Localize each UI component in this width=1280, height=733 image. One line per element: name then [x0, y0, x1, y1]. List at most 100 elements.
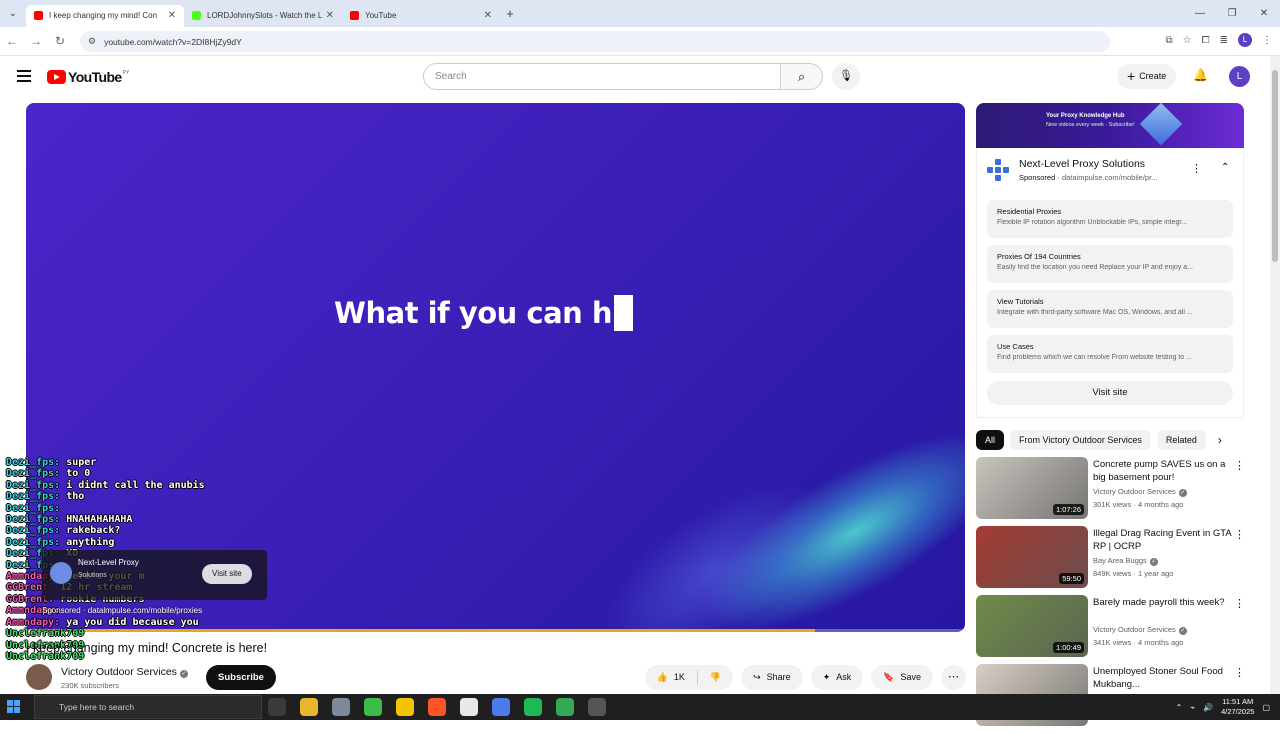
- tab-close-icon[interactable]: ✕: [484, 10, 492, 21]
- video-thumbnail[interactable]: 1:07:26: [976, 457, 1088, 519]
- video-duration: 1:00:49: [1052, 642, 1084, 653]
- tray-chevron-icon[interactable]: ⌃: [1176, 703, 1183, 712]
- ad-offer-item[interactable]: Residential Proxies Flexible IP rotation …: [987, 200, 1233, 238]
- reading-list-icon[interactable]: ≣: [1220, 35, 1228, 46]
- site-info-icon[interactable]: ⚙: [88, 36, 96, 47]
- channel-name-row[interactable]: Victory Outdoor Services ✓: [61, 666, 188, 678]
- tab-list: I keep changing my mind! Con ✕ LORDJohnnyS…: [26, 1, 500, 27]
- microphone-icon[interactable]: 🎙: [832, 63, 860, 90]
- ad-offer-item[interactable]: Proxies Of 194 Countries Easily find the …: [987, 245, 1233, 283]
- chips-next-icon[interactable]: ›: [1218, 433, 1222, 447]
- address-bar[interactable]: ⚙ youtube.com/watch?v=2DI8HjZy9dY: [80, 31, 1110, 52]
- scrollbar-thumb[interactable]: [1272, 70, 1278, 262]
- extensions-icon[interactable]: ⧠: [1202, 35, 1210, 46]
- account-avatar[interactable]: L: [1229, 66, 1250, 87]
- spotify-icon[interactable]: [524, 698, 542, 716]
- app-icon[interactable]: [364, 698, 382, 716]
- bookmark-star-icon[interactable]: ☆: [1183, 35, 1192, 46]
- subscribe-button[interactable]: Subscribe: [206, 665, 276, 690]
- video-thumbnail[interactable]: 1:00:49: [976, 595, 1088, 657]
- browser-tab[interactable]: YouTube ✕: [342, 5, 500, 27]
- more-actions-icon[interactable]: ⋯: [941, 665, 966, 690]
- close-window-button[interactable]: ✕: [1248, 0, 1280, 27]
- notifications-bell-icon[interactable]: 🔔: [1193, 68, 1208, 82]
- rec-menu-icon[interactable]: ⋮: [1234, 459, 1245, 472]
- rec-menu-icon[interactable]: ⋮: [1234, 666, 1245, 679]
- youtube-logo[interactable]: YouTube PY: [47, 69, 129, 85]
- share-button[interactable]: ↪ Share: [741, 665, 803, 690]
- rec-channel[interactable]: Victory Outdoor Services: [1093, 625, 1176, 634]
- offer-description: Easily find the location you need Replac…: [997, 264, 1193, 271]
- tab-close-icon[interactable]: ✕: [326, 10, 334, 21]
- search-icon[interactable]: ⌕: [781, 63, 823, 90]
- chat-text: i didnt call the anubis: [66, 479, 205, 491]
- minimize-button[interactable]: —: [1184, 0, 1216, 27]
- windows-start-icon[interactable]: [7, 700, 21, 714]
- recommendation-item[interactable]: 1:07:26 Concrete pump SAVES us on a big b…: [976, 457, 1246, 526]
- browser-profile-avatar[interactable]: L: [1238, 33, 1252, 47]
- task-view-icon[interactable]: [268, 698, 286, 716]
- app-icon[interactable]: [332, 698, 350, 716]
- rec-menu-icon[interactable]: ⋮: [1234, 528, 1245, 541]
- taskbar-search-input[interactable]: Type here to search: [34, 695, 262, 719]
- app-icon[interactable]: [588, 698, 606, 716]
- guide-menu-icon[interactable]: [17, 70, 31, 85]
- chat-username: Dezi_fps:: [6, 536, 61, 548]
- file-explorer-icon[interactable]: [300, 698, 318, 716]
- forward-icon[interactable]: →: [24, 34, 48, 48]
- brave-browser-icon[interactable]: [428, 698, 446, 716]
- ad-offer-item[interactable]: View Tutorials Integrate with third-party…: [987, 290, 1233, 328]
- reload-icon[interactable]: ↻: [48, 34, 72, 48]
- recommendation-item[interactable]: 59:50 Illegal Drag Racing Event in GTA RP…: [976, 526, 1246, 595]
- chat-message: Dezi_fps: super: [6, 457, 276, 468]
- chrome-icon[interactable]: [556, 698, 574, 716]
- rec-title[interactable]: Concrete pump SAVES us on a big basement…: [1093, 459, 1233, 484]
- app-icon[interactable]: [492, 698, 510, 716]
- tab-search-icon[interactable]: ⌄: [0, 0, 26, 27]
- save-button[interactable]: 🔖 Save: [871, 665, 933, 690]
- browser-menu-icon[interactable]: ⋮: [1262, 35, 1272, 46]
- rec-channel[interactable]: Bay Area Buggs: [1093, 556, 1147, 565]
- filter-chip[interactable]: Related: [1156, 430, 1206, 450]
- maximize-button[interactable]: ❐: [1216, 0, 1248, 27]
- collapse-chevron-icon[interactable]: ⌃: [1221, 162, 1229, 173]
- network-icon[interactable]: ⌁: [1190, 703, 1195, 712]
- app-icon[interactable]: [460, 698, 478, 716]
- ask-button[interactable]: ✦ Ask: [810, 665, 864, 690]
- channel-avatar[interactable]: [26, 664, 52, 690]
- ad-menu-icon[interactable]: ⋮: [1191, 162, 1202, 175]
- channel-name[interactable]: Victory Outdoor Services: [61, 666, 177, 678]
- browser-tab[interactable]: I keep changing my mind! Con ✕: [26, 4, 184, 27]
- tab-close-icon[interactable]: ✕: [168, 10, 176, 21]
- app-icon[interactable]: [396, 698, 414, 716]
- video-thumbnail[interactable]: 59:50: [976, 526, 1088, 588]
- dislike-button[interactable]: 👎: [698, 665, 733, 690]
- filter-chip[interactable]: All: [976, 430, 1005, 450]
- rec-title[interactable]: Unemployed Stoner Soul Food Mukbang...: [1093, 666, 1233, 691]
- rec-title[interactable]: Illegal Drag Racing Event in GTA RP | OC…: [1093, 528, 1233, 553]
- ad-title[interactable]: Next-Level Proxy Solutions: [1019, 158, 1145, 170]
- visit-site-button[interactable]: Visit site: [987, 381, 1233, 405]
- new-tab-button[interactable]: +: [500, 6, 520, 21]
- taskbar-clock[interactable]: 11:51 AM 4/27/2025: [1221, 697, 1254, 717]
- volume-icon[interactable]: 🔊: [1203, 703, 1213, 712]
- player-ad-overlay[interactable]: Next-Level Proxy Solutions Visit site: [42, 550, 267, 600]
- rec-menu-icon[interactable]: ⋮: [1234, 597, 1245, 610]
- ad-overlay-visit-button[interactable]: Visit site: [202, 564, 252, 584]
- video-title: I keep changing my mind! Concrete is her…: [26, 641, 268, 655]
- filter-chip[interactable]: From Victory Outdoor Services: [1010, 430, 1151, 450]
- rec-channel[interactable]: Victory Outdoor Services: [1093, 487, 1176, 496]
- recommendation-item[interactable]: 1:00:49 Barely made payroll this week? Vic…: [976, 595, 1246, 664]
- like-button[interactable]: 👍 1K: [645, 665, 697, 690]
- notification-center-icon[interactable]: ▢: [1262, 703, 1270, 712]
- browser-tab[interactable]: LORDJohnnySlots - Watch the L ✕: [184, 5, 342, 27]
- search-input[interactable]: Search: [423, 63, 781, 90]
- page-scrollbar[interactable]: [1270, 56, 1280, 694]
- back-icon[interactable]: ←: [0, 34, 24, 48]
- install-app-icon[interactable]: ⧉: [1166, 35, 1173, 46]
- like-dislike-group: 👍 1K 👎: [644, 665, 734, 690]
- rec-title[interactable]: Barely made payroll this week?: [1093, 597, 1233, 610]
- create-button[interactable]: + Create: [1117, 64, 1177, 89]
- ad-banner-image[interactable]: Your Proxy Knowledge Hub New videos ever…: [976, 103, 1244, 148]
- ad-offer-item[interactable]: Use Cases Find problems which we can reso…: [987, 335, 1233, 373]
